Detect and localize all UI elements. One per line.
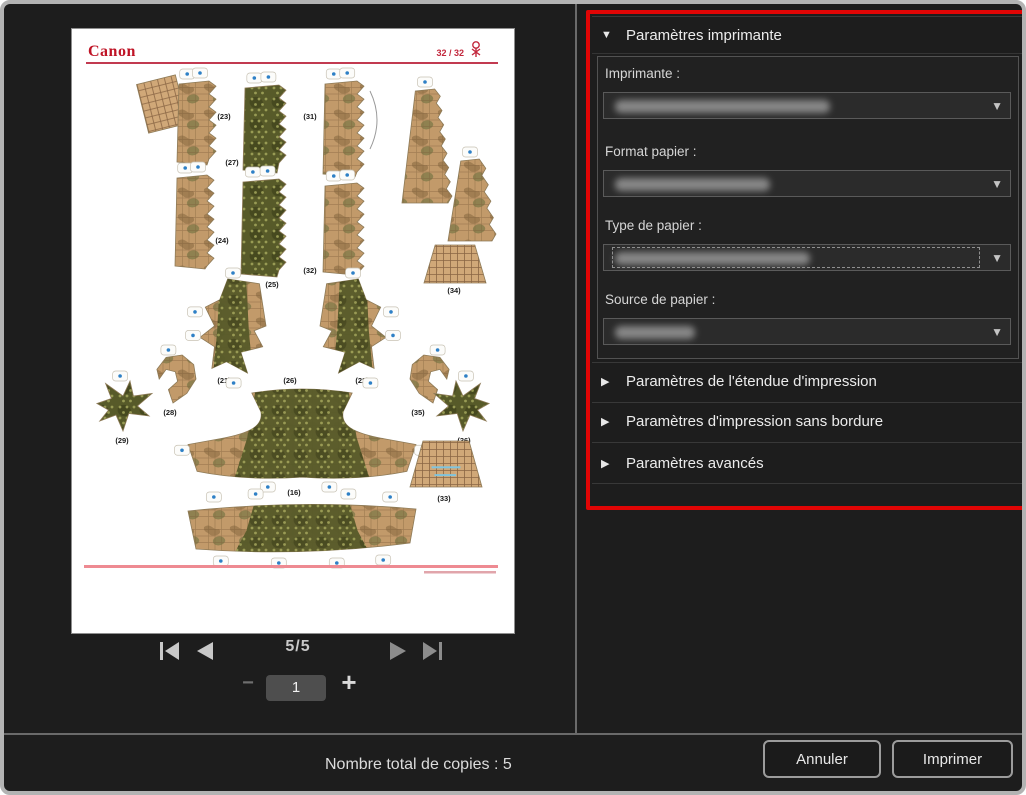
section-print-area-settings[interactable]: ▶ Paramètres de l'étendue d'impression [592,362,1022,399]
piece-label: (26) [283,376,297,385]
printer-select[interactable]: ▼ [603,92,1011,119]
previous-page-icon[interactable] [192,641,218,661]
paper-size-value-redacted [615,178,770,191]
piece-label: (31) [303,112,317,121]
collapse-triangle-icon: ▶ [601,457,613,470]
printer-label: Imprimante : [605,66,985,81]
section-title: Paramètres avancés [626,455,764,472]
sheet-number: 32 / 32 [436,48,464,58]
pane-divider [575,4,577,733]
piece-label: (29) [115,436,129,445]
paper-source-value-redacted [615,326,695,339]
collapse-triangle-icon: ▶ [601,415,613,428]
page-indicator: 5/5 [262,638,334,656]
next-page-icon[interactable] [385,641,411,661]
piece-label: (25) [265,280,279,289]
footer-rule [84,565,498,568]
dropdown-arrow-icon: ▼ [991,177,1003,191]
section-borderless-settings[interactable]: ▶ Paramètres d'impression sans bordure [592,402,1022,439]
copies-input[interactable]: 1 [266,675,326,701]
section-printer-settings[interactable]: ▼ Paramètres imprimante [592,16,1022,54]
footer-divider [4,733,1022,735]
preview-page: Canon 32 / 32 (23) (27) (31) (24) (25) (32) (3… [71,28,515,634]
print-dialog: Canon 32 / 32 (23) (27) (31) (24) (25) (32) (3… [0,0,1026,795]
piece-label: (32) [303,266,317,275]
header-rule [86,62,498,64]
paper-size-label: Format papier : [605,144,985,159]
media-type-label: Type de papier : [605,218,985,233]
preview-art: Canon 32 / 32 (23) (27) (31) (24) (25) (32) (3… [72,29,512,631]
dropdown-arrow-icon: ▼ [991,99,1003,113]
first-page-icon[interactable] [157,641,183,661]
section-title: Paramètres imprimante [626,27,782,44]
increase-copies-button[interactable]: + [336,667,362,698]
footer-fine-print [424,571,496,574]
paper-size-select[interactable]: ▼ [603,170,1011,197]
piece-label: (24) [215,236,229,245]
media-type-value-redacted [615,252,810,265]
dropdown-arrow-icon: ▼ [991,325,1003,339]
piece-label: (16) [287,488,301,497]
section-advanced-settings[interactable]: ▶ Paramètres avancés [592,442,1022,484]
expand-triangle-icon: ▼ [601,29,613,41]
decrease-copies-button[interactable]: − [236,672,260,695]
piece-label: (35) [411,408,425,417]
canon-logo: Canon [88,43,136,60]
piece-label: (33) [437,494,451,503]
pieces-layer: (23)(27)(31)(24)(25)(32)(34)(29)(28)(21)… [97,68,496,568]
piece-label: (34) [447,286,461,295]
media-type-select[interactable]: ▼ [603,244,1011,271]
paper-source-label: Source de papier : [605,292,985,307]
piece-label: (27) [225,158,239,167]
collapse-triangle-icon: ▶ [601,375,613,388]
creative-park-icon [472,42,480,57]
piece-label: (23) [217,112,231,121]
dropdown-arrow-icon: ▼ [991,251,1003,265]
printer-value-redacted [615,100,830,113]
cancel-button[interactable]: Annuler [763,740,881,778]
piece-label: (28) [163,408,177,417]
total-copies-text: Nombre total de copies : 5 [325,756,512,774]
section-title: Paramètres d'impression sans bordure [626,413,883,430]
section-title: Paramètres de l'étendue d'impression [626,373,877,390]
print-button[interactable]: Imprimer [892,740,1013,778]
paper-source-select[interactable]: ▼ [603,318,1011,345]
last-page-icon[interactable] [419,641,445,661]
